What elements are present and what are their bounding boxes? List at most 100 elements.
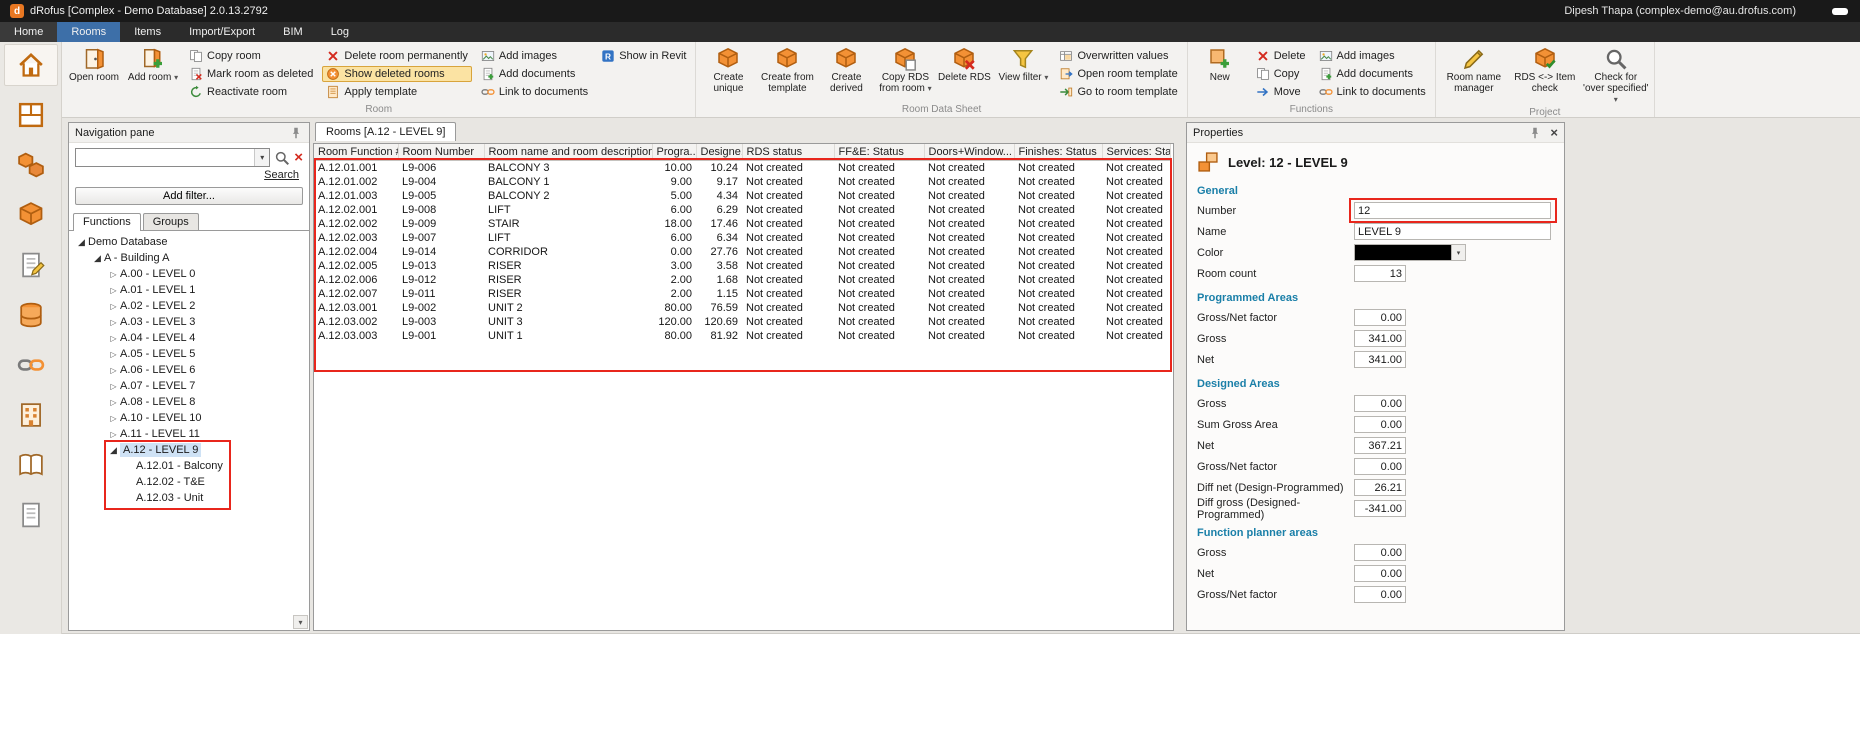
room-row-a-12-02-002[interactable]: A.12.02.002L9-009STAIR18.0017.46Not crea… — [314, 217, 1170, 231]
column-header-room-name-and-room-description[interactable]: Room name and room description — [484, 144, 652, 161]
navigation-tab-functions[interactable]: Functions — [73, 213, 141, 231]
column-header-doors-window[interactable]: Doors+Window... — [924, 144, 1014, 161]
ribbon-button-copy-room[interactable]: Copy room — [185, 48, 317, 64]
tree-collapsed-icon[interactable]: ▷ — [107, 302, 120, 311]
sidebar-item-connections[interactable] — [4, 344, 58, 386]
field-value-diff-gross-designed-programmed[interactable]: -341.00 — [1354, 500, 1406, 517]
column-header-rds-status[interactable]: RDS status — [742, 144, 834, 161]
field-value-sum-gross-area[interactable]: 0.00 — [1354, 416, 1406, 433]
tree-node-a-07-level-7[interactable]: ▷A.07 - LEVEL 7 — [69, 378, 309, 394]
ribbon-button-add-images[interactable]: Add images — [477, 48, 592, 64]
clear-search-icon[interactable]: × — [294, 150, 303, 165]
sidebar-item-reports[interactable] — [4, 444, 58, 486]
ribbon-button-go-to-room-template[interactable]: Go to room template — [1055, 84, 1181, 100]
sidebar-item-logs[interactable] — [4, 494, 58, 536]
column-header-room-number[interactable]: Room Number — [398, 144, 484, 161]
pin-icon[interactable] — [1528, 126, 1542, 140]
ribbon-button-create-from-template[interactable]: Create from template — [760, 44, 814, 95]
menu-tab-home[interactable]: Home — [0, 22, 57, 42]
tree-collapsed-icon[interactable]: ▷ — [107, 318, 120, 327]
column-header-ff-e-status[interactable]: FF&E: Status — [834, 144, 924, 161]
close-icon[interactable]: × — [1550, 126, 1558, 139]
field-value-gross[interactable]: 0.00 — [1354, 395, 1406, 412]
ribbon-button-view-filter[interactable]: View filter ▾ — [996, 44, 1050, 84]
minimize-button[interactable] — [1832, 8, 1848, 15]
field-value-gross-net-factor[interactable]: 0.00 — [1354, 586, 1406, 603]
tree-node-a-00-level-0[interactable]: ▷A.00 - LEVEL 0 — [69, 266, 309, 282]
tree-expanded-icon[interactable]: ◢ — [107, 445, 120, 456]
ribbon-button-move[interactable]: Move — [1252, 84, 1310, 100]
sidebar-item-buildings[interactable] — [4, 394, 58, 436]
menu-tab-bim[interactable]: BIM — [269, 22, 317, 42]
ribbon-button-delete[interactable]: Delete — [1252, 48, 1310, 64]
tree-collapsed-icon[interactable]: ▷ — [107, 270, 120, 279]
sidebar-item-documents[interactable] — [4, 244, 58, 286]
ribbon-button-open-room-template[interactable]: Open room template — [1055, 66, 1181, 82]
room-row-a-12-02-005[interactable]: A.12.02.005L9-013RISER3.003.58Not create… — [314, 259, 1170, 273]
sidebar-item-home[interactable] — [4, 44, 58, 86]
field-value-net[interactable]: 367.21 — [1354, 437, 1406, 454]
ribbon-button-link-to-documents[interactable]: Link to documents — [477, 84, 592, 100]
tree-collapsed-icon[interactable]: ▷ — [107, 414, 120, 423]
tree-expanded-icon[interactable]: ◢ — [91, 253, 104, 264]
sidebar-item-items[interactable] — [4, 144, 58, 186]
room-row-a-12-01-001[interactable]: A.12.01.001L9-006BALCONY 310.0010.24Not … — [314, 161, 1170, 176]
field-value-gross[interactable]: 0.00 — [1354, 544, 1406, 561]
tree-node-a-01-level-1[interactable]: ▷A.01 - LEVEL 1 — [69, 282, 309, 298]
ribbon-button-open-room[interactable]: Open room — [67, 44, 121, 84]
ribbon-button-copy-rds-from-room[interactable]: Copy RDS from room ▾ — [878, 44, 932, 95]
rooms-document-tab[interactable]: Rooms [A.12 - LEVEL 9] — [315, 122, 456, 141]
field-value-name[interactable]: LEVEL 9 — [1354, 223, 1551, 240]
pin-icon[interactable] — [289, 126, 303, 140]
menu-tab-items[interactable]: Items — [120, 22, 175, 42]
tree-node-a-12-level-9[interactable]: ◢A.12 - LEVEL 9 — [69, 442, 309, 458]
ribbon-button-delete-rds[interactable]: Delete RDS — [937, 44, 991, 84]
room-row-a-12-02-003[interactable]: A.12.02.003L9-007LIFT6.006.34Not created… — [314, 231, 1170, 245]
ribbon-button-reactivate-room[interactable]: Reactivate room — [185, 84, 317, 100]
room-row-a-12-02-004[interactable]: A.12.02.004L9-014CORRIDOR0.0027.76Not cr… — [314, 245, 1170, 259]
tree-collapsed-icon[interactable]: ▷ — [107, 398, 120, 407]
field-value-gross-net-factor[interactable]: 0.00 — [1354, 309, 1406, 326]
tree-collapsed-icon[interactable]: ▷ — [107, 382, 120, 391]
tree-collapsed-icon[interactable]: ▷ — [107, 366, 120, 375]
column-header-progra[interactable]: Progra... — [652, 144, 696, 161]
ribbon-button-check-for-over-specified[interactable]: Check for 'over specified' ▾ — [1583, 44, 1649, 106]
room-row-a-12-03-002[interactable]: A.12.03.002L9-003UNIT 3120.00120.69Not c… — [314, 315, 1170, 329]
room-row-a-12-02-006[interactable]: A.12.02.006L9-012RISER2.001.68Not create… — [314, 273, 1170, 287]
ribbon-button-mark-room-as-deleted[interactable]: Mark room as deleted — [185, 66, 317, 82]
tree-collapsed-icon[interactable]: ▷ — [107, 430, 120, 439]
tree-node-a-building-a[interactable]: ◢A - Building A — [69, 250, 309, 266]
menu-tab-log[interactable]: Log — [317, 22, 363, 42]
room-row-a-12-02-001[interactable]: A.12.02.001L9-008LIFT6.006.29Not created… — [314, 203, 1170, 217]
color-field[interactable]: ▾ — [1354, 244, 1466, 261]
tree-node-a-03-level-3[interactable]: ▷A.03 - LEVEL 3 — [69, 314, 309, 330]
ribbon-button-delete-room-permanently[interactable]: Delete room permanently — [322, 48, 472, 64]
room-row-a-12-03-003[interactable]: A.12.03.003L9-001UNIT 180.0081.92Not cre… — [314, 329, 1170, 343]
tree-node-a-12-02-t-e[interactable]: A.12.02 - T&E — [69, 474, 309, 490]
column-header-room-function[interactable]: Room Function # ▴ — [314, 144, 398, 161]
room-row-a-12-02-007[interactable]: A.12.02.007L9-011RISER2.001.15Not create… — [314, 287, 1170, 301]
ribbon-button-apply-template[interactable]: Apply template — [322, 84, 472, 100]
search-input[interactable] — [76, 150, 254, 165]
search-link[interactable]: Search — [264, 169, 299, 181]
tree-collapsed-icon[interactable]: ▷ — [107, 334, 120, 343]
tree-node-demo-database[interactable]: ◢Demo Database — [69, 234, 309, 250]
ribbon-button-add-room[interactable]: Add room ▾ — [126, 44, 180, 84]
add-filter-button[interactable]: Add filter... — [75, 187, 303, 205]
ribbon-button-room-name-manager[interactable]: Room name manager — [1441, 44, 1507, 95]
tree-expanded-icon[interactable]: ◢ — [75, 237, 88, 248]
sidebar-item-database[interactable] — [4, 294, 58, 336]
ribbon-button-overwritten-values[interactable]: Overwritten values — [1055, 48, 1181, 64]
search-icon[interactable] — [274, 150, 290, 166]
color-dropdown-icon[interactable]: ▾ — [1451, 245, 1465, 260]
ribbon-button-new[interactable]: New — [1193, 44, 1247, 84]
room-row-a-12-01-002[interactable]: A.12.01.002L9-004BALCONY 19.009.17Not cr… — [314, 175, 1170, 189]
column-header-finishes-status[interactable]: Finishes: Status — [1014, 144, 1102, 161]
ribbon-button-add-images[interactable]: Add images — [1315, 48, 1430, 64]
column-header-designe[interactable]: Designe... — [696, 144, 742, 161]
field-value-net[interactable]: 0.00 — [1354, 565, 1406, 582]
tree-node-a-02-level-2[interactable]: ▷A.02 - LEVEL 2 — [69, 298, 309, 314]
tree-collapsed-icon[interactable]: ▷ — [107, 286, 120, 295]
sidebar-item-rooms[interactable] — [4, 94, 58, 136]
tree-scroll-down-icon[interactable]: ▾ — [293, 615, 308, 629]
